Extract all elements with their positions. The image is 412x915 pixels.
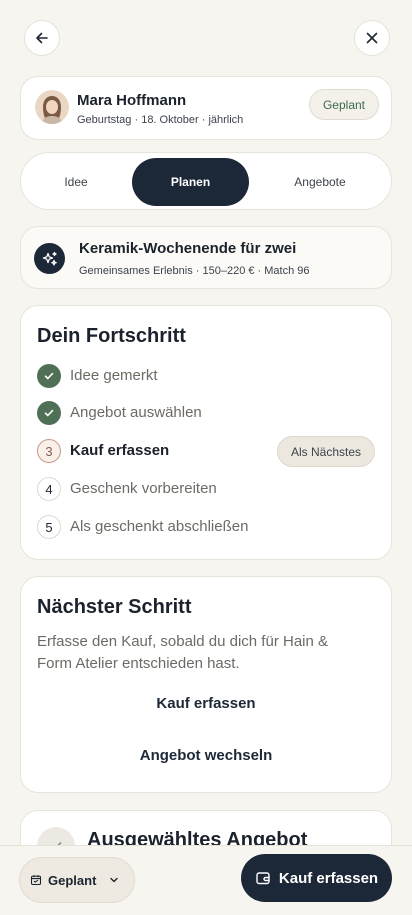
tab-idee[interactable]: Idee (26, 158, 126, 206)
chevron-down-icon (110, 877, 119, 883)
bottom-bar: Geplant Kauf erfassen (0, 845, 412, 915)
step-label: Geschenk vorbereiten (70, 480, 217, 497)
wallet-icon (256, 872, 270, 885)
step-number: 4 (37, 477, 61, 501)
progress-title: Dein Fortschritt (37, 325, 186, 347)
next-step-card: Nächster Schritt Erfasse den Kauf, sobal… (20, 576, 392, 793)
check-icon (37, 401, 61, 425)
change-offer-link[interactable]: Angebot wechseln (21, 747, 391, 764)
status-dropdown-label: Geplant (48, 872, 97, 888)
back-button[interactable] (24, 20, 60, 56)
progress-step: Angebot auswählen (37, 400, 375, 426)
person-card[interactable]: Mara Hoffmann Geburtstag · 18. Oktober ·… (20, 76, 392, 140)
progress-step: 4 Geschenk vorbereiten (37, 476, 375, 502)
progress-step-current: 3 Kauf erfassen Als Nächstes (37, 436, 375, 467)
next-step-description: Erfasse den Kauf, sobald du dich für Hai… (37, 633, 329, 672)
sparkles-icon (34, 243, 65, 274)
step-label: Als geschenkt abschließen (70, 518, 249, 535)
next-step-title: Nächster Schritt (37, 596, 192, 618)
check-icon (37, 364, 61, 388)
idea-title: Keramik-Wochenende für zwei (79, 240, 297, 257)
step-label: Kauf erfassen (70, 442, 170, 459)
step-number: 3 (37, 439, 61, 463)
progress-step: Idee gemerkt (37, 363, 375, 389)
cta-label: Kauf erfassen (278, 869, 379, 887)
close-icon (366, 32, 378, 44)
tab-angebote[interactable]: Angebote (255, 158, 385, 206)
status-badge: Geplant (308, 89, 379, 120)
next-badge: Als Nächstes (276, 436, 375, 467)
record-purchase-link[interactable]: Kauf erfassen (21, 695, 391, 712)
close-button[interactable] (354, 20, 390, 56)
person-name: Mara Hoffmann (77, 92, 187, 109)
avatar (35, 90, 69, 124)
status-dropdown[interactable]: Geplant (19, 857, 136, 903)
progress-step: 5 Als geschenkt abschließen (37, 514, 375, 540)
occasion-info: Geburtstag · 18. Oktober · jährlich (77, 114, 244, 126)
step-number: 5 (37, 515, 61, 539)
tab-planen[interactable]: Planen (132, 158, 249, 206)
step-label: Angebot auswählen (70, 404, 202, 421)
arrow-left-icon (36, 32, 48, 44)
idea-details: Gemeinsames Erlebnis · 150–220 € · Match… (79, 265, 310, 277)
tab-bar: Idee Planen Angebote (20, 152, 392, 210)
gift-idea-card[interactable]: Keramik-Wochenende für zwei Gemeinsames … (20, 226, 392, 289)
step-label: Idee gemerkt (70, 367, 158, 384)
top-bar (24, 20, 390, 56)
record-purchase-button[interactable]: Kauf erfassen (241, 854, 392, 902)
progress-card: Dein Fortschritt Idee gemerkt Angebot au… (20, 305, 392, 560)
calendar-icon (30, 875, 42, 886)
